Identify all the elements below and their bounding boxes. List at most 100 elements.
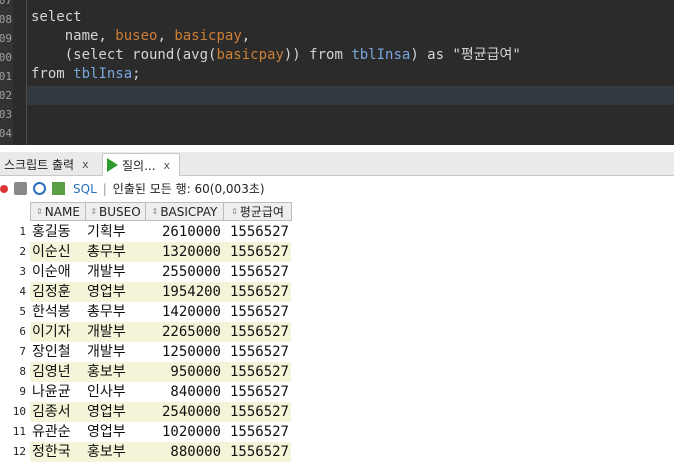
code-text: name, xyxy=(31,28,116,44)
cell-basicpay[interactable]: 1954200 xyxy=(145,282,223,302)
table-row[interactable]: 7 장인철 개발부 1250000 1556527 xyxy=(0,342,292,362)
code-text: )) from xyxy=(283,47,352,63)
print-icon[interactable] xyxy=(14,182,27,195)
line-number: 01 xyxy=(0,70,12,83)
sort-icon: ⇕ xyxy=(151,207,159,216)
code-line-2[interactable]: name, buseo, basicpay, xyxy=(31,27,250,46)
column-header-buseo[interactable]: ⇕ BUSEO xyxy=(85,202,146,221)
cell-basicpay[interactable]: 2265000 xyxy=(145,322,223,342)
cell-avg-pay[interactable]: 1556527 xyxy=(223,422,291,442)
cell-basicpay[interactable]: 840000 xyxy=(145,382,223,402)
refresh-icon[interactable] xyxy=(33,182,46,195)
cell-basicpay[interactable]: 2550000 xyxy=(145,262,223,282)
cell-buseo[interactable]: 개발부 xyxy=(85,322,145,342)
table-row[interactable]: 9 나윤균 인사부 840000 1556527 xyxy=(0,382,292,402)
export-icon[interactable] xyxy=(52,182,65,195)
cell-basicpay[interactable]: 2610000 xyxy=(145,222,223,242)
cell-basicpay[interactable]: 1420000 xyxy=(145,302,223,322)
cell-name[interactable]: 나윤균 xyxy=(30,382,85,402)
cell-buseo[interactable]: 총무부 xyxy=(85,242,145,262)
close-icon[interactable]: x xyxy=(164,159,171,172)
cell-avg-pay[interactable]: 1556527 xyxy=(223,362,291,382)
cell-buseo[interactable]: 영업부 xyxy=(85,422,145,442)
cell-avg-pay[interactable]: 1556527 xyxy=(223,442,291,462)
cell-basicpay[interactable]: 1320000 xyxy=(145,242,223,262)
row-number: 8 xyxy=(19,365,26,378)
table-row[interactable]: 1 홍길동 기획부 2610000 1556527 xyxy=(0,222,292,242)
tab-query-result[interactable]: 질의... x xyxy=(102,153,180,176)
cell-name[interactable]: 유관순 xyxy=(30,422,85,442)
cell-buseo[interactable]: 홍보부 xyxy=(85,442,145,462)
table-row[interactable]: 6 이기자 개발부 2265000 1556527 xyxy=(0,322,292,342)
cell-name[interactable]: 김영년 xyxy=(30,362,85,382)
cell-avg-pay[interactable]: 1556527 xyxy=(223,262,291,282)
row-number: 9 xyxy=(19,385,26,398)
table-row[interactable]: 10 김종서 영업부 2540000 1556527 xyxy=(0,402,292,422)
cell-basicpay[interactable]: 2540000 xyxy=(145,402,223,422)
close-icon[interactable]: x xyxy=(82,158,89,171)
row-number: 2 xyxy=(19,245,26,258)
cell-name[interactable]: 장인철 xyxy=(30,342,85,362)
column-header-label: 평균급여 xyxy=(239,205,284,219)
cell-buseo[interactable]: 인사부 xyxy=(85,382,145,402)
column-header-basicpay[interactable]: ⇕ BASICPAY xyxy=(145,202,224,221)
cell-avg-pay[interactable]: 1556527 xyxy=(223,222,291,242)
cell-avg-pay[interactable]: 1556527 xyxy=(223,282,291,302)
cell-name[interactable]: 한석봉 xyxy=(30,302,85,322)
code-line-4[interactable]: from tblInsa; xyxy=(31,65,141,84)
cell-buseo[interactable]: 홍보부 xyxy=(85,362,145,382)
column-header-name[interactable]: ⇕ NAME xyxy=(30,202,86,221)
cell-buseo[interactable]: 개발부 xyxy=(85,262,145,282)
table-row[interactable]: 4 김정훈 영업부 1954200 1556527 xyxy=(0,282,292,302)
table-row[interactable]: 5 한석봉 총무부 1420000 1556527 xyxy=(0,302,292,322)
table-name: tblInsa xyxy=(351,47,411,63)
cell-buseo[interactable]: 영업부 xyxy=(85,402,145,422)
code-text: , xyxy=(157,28,175,44)
play-icon xyxy=(107,158,118,172)
cell-avg-pay[interactable]: 1556527 xyxy=(223,382,291,402)
cell-buseo[interactable]: 기획부 xyxy=(85,222,145,242)
cell-name[interactable]: 김정훈 xyxy=(30,282,85,302)
table-row[interactable]: 12 정한국 홍보부 880000 1556527 xyxy=(0,442,292,462)
table-row[interactable]: 3 이순애 개발부 2550000 1556527 xyxy=(0,262,292,282)
sql-editor[interactable]: 07 08 09 00 01 02 03 04 select name, bus… xyxy=(0,0,674,145)
tab-script-output[interactable]: 스크립트 출력 x xyxy=(0,153,100,176)
cell-name[interactable]: 정한국 xyxy=(30,442,85,462)
cell-name[interactable]: 이순신 xyxy=(30,242,85,262)
sort-icon: ⇕ xyxy=(36,207,43,216)
pin-icon[interactable] xyxy=(0,184,8,193)
code-line-3[interactable]: (select round(avg(basicpay)) from tblIns… xyxy=(31,46,521,65)
line-number: 09 xyxy=(0,32,12,45)
cell-avg-pay[interactable]: 1556527 xyxy=(223,322,291,342)
cell-basicpay[interactable]: 1020000 xyxy=(145,422,223,442)
cell-buseo[interactable]: 총무부 xyxy=(85,302,145,322)
line-number: 07 xyxy=(0,0,12,7)
cell-buseo[interactable]: 영업부 xyxy=(85,282,145,302)
table-row[interactable]: 11 유관순 영업부 1020000 1556527 xyxy=(0,422,292,442)
cell-buseo[interactable]: 개발부 xyxy=(85,342,145,362)
table-row[interactable]: 8 김영년 홍보부 950000 1556527 xyxy=(0,362,292,382)
code-text: ; xyxy=(132,66,141,82)
cell-name[interactable]: 김종서 xyxy=(30,402,85,422)
cell-basicpay[interactable]: 880000 xyxy=(145,442,223,462)
code-text: , xyxy=(241,28,251,44)
cell-avg-pay[interactable]: 1556527 xyxy=(223,242,291,262)
cell-avg-pay[interactable]: 1556527 xyxy=(223,302,291,322)
cell-name[interactable]: 홍길동 xyxy=(30,222,85,242)
line-number: 03 xyxy=(0,108,12,121)
fetch-status: 인출된 모든 행: 60(0,003초) xyxy=(112,182,265,196)
sql-button[interactable]: SQL xyxy=(73,182,97,196)
cell-basicpay[interactable]: 950000 xyxy=(145,362,223,382)
cell-name[interactable]: 이순애 xyxy=(30,262,85,282)
column-header-avg-pay[interactable]: ⇕ 평균급여 xyxy=(223,202,292,221)
cell-avg-pay[interactable]: 1556527 xyxy=(223,342,291,362)
line-number: 08 xyxy=(0,13,12,26)
line-number-gutter: 07 08 09 00 01 02 03 04 xyxy=(0,0,13,145)
cell-name[interactable]: 이기자 xyxy=(30,322,85,342)
cell-avg-pay[interactable]: 1556527 xyxy=(223,402,291,422)
current-line-highlight xyxy=(27,86,674,105)
table-row[interactable]: 2 이순신 총무부 1320000 1556527 xyxy=(0,242,292,262)
result-toolbar: SQL | 인출된 모든 행: 60(0,003초) xyxy=(0,177,674,200)
code-line-1[interactable]: select xyxy=(31,8,82,27)
cell-basicpay[interactable]: 1250000 xyxy=(145,342,223,362)
